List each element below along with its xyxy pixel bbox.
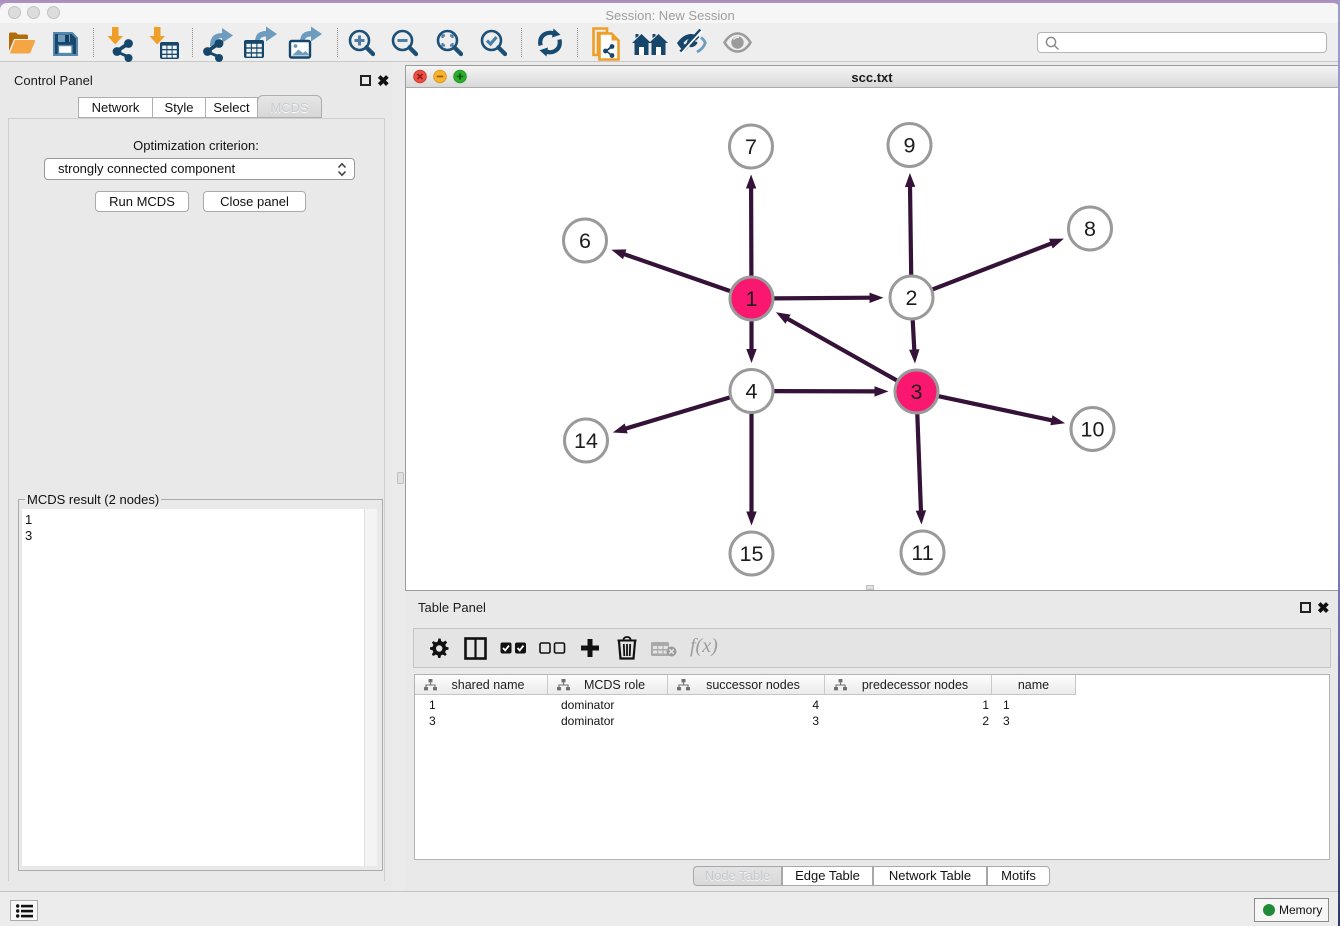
svg-text:2: 2 [906,286,918,310]
svg-text:7: 7 [745,135,757,159]
svg-text:6: 6 [579,229,591,253]
svg-text:8: 8 [1084,217,1096,241]
svg-text:11: 11 [911,541,933,565]
svg-text:3: 3 [911,380,923,404]
svg-text:4: 4 [746,379,758,403]
svg-text:14: 14 [574,429,598,453]
svg-text:15: 15 [740,542,764,566]
svg-text:9: 9 [904,133,916,157]
svg-text:1: 1 [746,287,758,311]
svg-text:10: 10 [1081,417,1105,441]
